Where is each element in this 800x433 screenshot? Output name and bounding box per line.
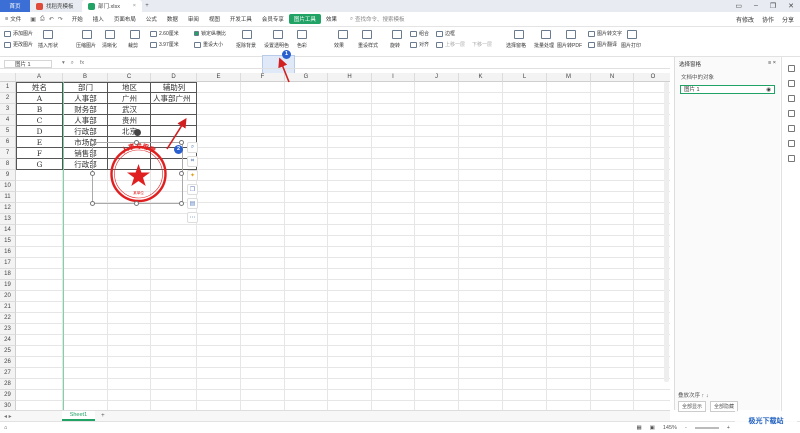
- sheet-nav-icon[interactable]: ◂ ▸: [4, 413, 12, 420]
- zoom-level: 145%: [662, 424, 677, 431]
- view-page-icon[interactable]: ▣: [650, 425, 655, 431]
- vertical-scrollbar[interactable]: [664, 82, 669, 382]
- sidebar-cursor-icon[interactable]: [787, 80, 795, 87]
- eye-icon[interactable]: ◉: [766, 86, 771, 93]
- selection-pane: 选择窗格 ≡ × 文档中的对象 图片 1 ◉: [674, 57, 780, 410]
- status-icon: ⌂: [4, 424, 8, 431]
- sidebar-select-icon[interactable]: [787, 65, 795, 72]
- sidebar-sort-icon[interactable]: [787, 110, 795, 117]
- step-badge-2: 2: [174, 145, 183, 154]
- pane-subtitle: 文档中的对象: [681, 75, 715, 81]
- zoom-in-button[interactable]: +: [727, 425, 730, 431]
- sidebar-help-icon[interactable]: [787, 155, 795, 162]
- view-normal-icon[interactable]: ▦: [636, 425, 641, 431]
- sheet-tab[interactable]: Sheet1: [61, 411, 96, 421]
- order-down-icon[interactable]: ↓: [706, 393, 709, 399]
- add-sheet-button[interactable]: +: [101, 413, 105, 419]
- sidebar-style-icon[interactable]: [787, 125, 795, 132]
- status-bar: ⌂ ▦ ▣ 145% - +: [0, 421, 800, 433]
- arrow-to-transparent: [278, 57, 290, 83]
- show-all-button[interactable]: 全部显示: [678, 401, 707, 412]
- watermark-logo: 极光下载站: [735, 411, 797, 431]
- right-sidebar: [781, 57, 800, 421]
- sidebar-shape-icon[interactable]: [787, 95, 795, 102]
- hide-all-button[interactable]: 全部隐藏: [710, 401, 739, 412]
- order-up-icon[interactable]: ↑: [702, 393, 705, 399]
- pane-menu-icon[interactable]: ≡ ×: [768, 60, 776, 68]
- zoom-slider[interactable]: [694, 426, 719, 429]
- order-label: 叠放次序: [678, 393, 701, 399]
- zoom-out-button[interactable]: -: [685, 425, 687, 431]
- step-badge-1: 1: [282, 50, 291, 59]
- pane-item-image1[interactable]: 图片 1 ◉: [680, 85, 775, 94]
- pane-title: 选择窗格: [679, 62, 702, 68]
- sidebar-location-icon[interactable]: [787, 140, 795, 147]
- sheet-bar: ◂ ▸ Sheet1 +: [0, 410, 670, 421]
- pane-footer: 叠放次序 ↑ ↓ 全部显示 全部隐藏: [674, 390, 780, 412]
